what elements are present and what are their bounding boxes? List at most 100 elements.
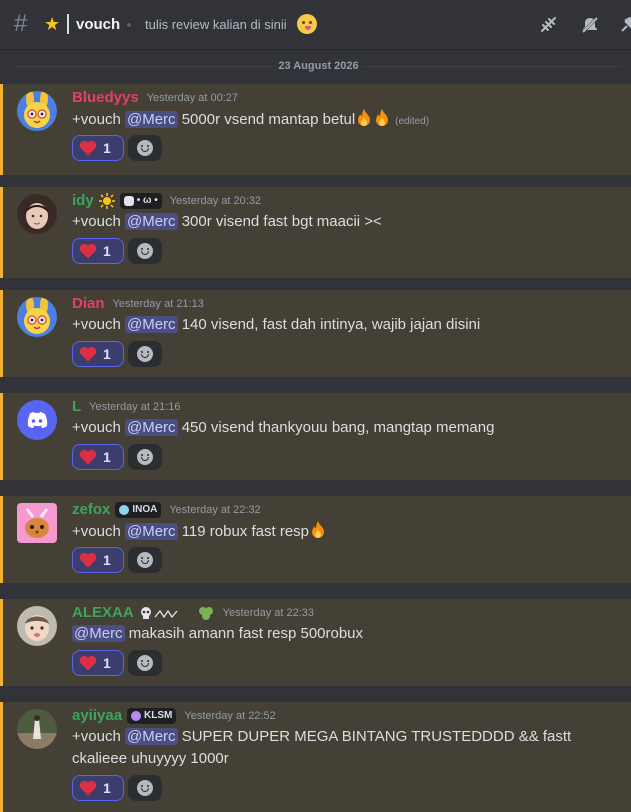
- reactions-bar: 1: [72, 238, 162, 264]
- add-reaction-button[interactable]: [128, 238, 162, 264]
- message[interactable]: L Yesterday at 21:16 +vouch @Merc 450 vi…: [0, 393, 631, 480]
- reactions-bar: 1: [72, 775, 162, 801]
- add-reaction-button[interactable]: [128, 135, 162, 161]
- message-text: 119 robux fast resp: [181, 523, 309, 540]
- avatar[interactable]: [17, 194, 57, 234]
- channel-header: # ★ vouch tulis review kalian di sinii: [0, 0, 631, 50]
- channel-name: vouch: [76, 16, 121, 33]
- user-mention[interactable]: @Merc: [124, 316, 178, 333]
- message-content: +vouch @Merc SUPER DUPER MEGA BINTANG TR…: [72, 726, 623, 770]
- heart-gem-icon: [119, 505, 130, 515]
- server-tag-label: INOA: [132, 504, 158, 515]
- heart-icon: [79, 243, 97, 259]
- add-reaction-button[interactable]: [128, 341, 162, 367]
- username[interactable]: Dian: [72, 294, 105, 314]
- timestamp: Yesterday at 22:33: [222, 607, 315, 619]
- cat-avatar-icon: [17, 503, 57, 543]
- user-mention[interactable]: @Merc: [124, 728, 178, 745]
- heart-reaction[interactable]: 1: [72, 341, 124, 367]
- timestamp: Yesterday at 22:52: [184, 710, 276, 722]
- server-tag[interactable]: • ω •: [119, 193, 162, 209]
- threads-icon[interactable]: [539, 15, 559, 35]
- message-text: 140 visend, fast dah intinya, wajib jaja…: [181, 316, 481, 333]
- reactions-bar: 1: [72, 341, 162, 367]
- message[interactable]: Bluedyys Yesterday at 00:27 +vouch @Merc…: [0, 84, 631, 175]
- timestamp: Yesterday at 20:32: [169, 195, 262, 207]
- bunny-icon: [123, 196, 134, 206]
- message[interactable]: ayiiyaa KLSM Yesterday at 22:52 +vouch @…: [0, 702, 631, 812]
- edited-label: (edited): [395, 116, 430, 127]
- photo-avatar-icon: [17, 709, 57, 749]
- username[interactable]: ayiiyaa: [72, 706, 122, 726]
- reactions-bar: 1: [72, 444, 162, 470]
- heart-reaction[interactable]: 1: [72, 238, 124, 264]
- header-separator-dot: [127, 23, 131, 27]
- avatar[interactable]: [17, 503, 57, 543]
- message-meta: ALEXAA Yesterday at 22:33: [72, 602, 314, 624]
- server-tag[interactable]: INOA: [115, 502, 162, 518]
- fire-icon: [358, 109, 371, 126]
- star-icon: ★: [44, 14, 61, 34]
- message-meta: Dian Yesterday at 21:13: [72, 293, 204, 315]
- reaction-count: 1: [103, 655, 111, 671]
- timestamp: Yesterday at 22:32: [169, 504, 261, 516]
- discord-logo-icon: [17, 400, 57, 440]
- user-mention[interactable]: @Merc: [124, 111, 178, 128]
- username[interactable]: ALEXAA: [72, 603, 134, 623]
- avatar[interactable]: [17, 709, 57, 749]
- pin-icon[interactable]: [618, 15, 631, 35]
- moon-icon: [131, 711, 142, 721]
- user-mention[interactable]: @Merc: [72, 625, 125, 642]
- message-content: +vouch @Merc 450 visend thankyouu bang, …: [72, 417, 623, 439]
- username[interactable]: Bluedyys: [72, 88, 139, 108]
- message[interactable]: idy • ω • Yesterday at 20:32 +vouch @Mer…: [0, 187, 631, 278]
- fire-icon: [312, 521, 324, 538]
- username[interactable]: zefox: [72, 500, 110, 520]
- message-meta: zefox INOA Yesterday at 22:32: [72, 499, 261, 521]
- heart-reaction[interactable]: 1: [72, 547, 124, 573]
- avatar[interactable]: [17, 400, 57, 440]
- message-meta: idy • ω • Yesterday at 20:32: [72, 190, 261, 212]
- heart-reaction[interactable]: 1: [72, 650, 124, 676]
- avatar[interactable]: [17, 91, 57, 131]
- heart-reaction[interactable]: 1: [72, 775, 124, 801]
- add-reaction-button[interactable]: [128, 775, 162, 801]
- server-tag[interactable]: KLSM: [127, 708, 177, 724]
- reaction-count: 1: [103, 140, 111, 156]
- vouch-prefix: +vouch: [72, 213, 121, 230]
- username[interactable]: idy: [72, 191, 94, 211]
- message[interactable]: ALEXAA Yesterday at 22:33 @Merc makasih …: [0, 599, 631, 686]
- username[interactable]: L: [72, 397, 81, 417]
- add-reaction-button[interactable]: [128, 547, 162, 573]
- message[interactable]: Dian Yesterday at 21:13 +vouch @Merc 140…: [0, 290, 631, 377]
- channel-topic[interactable]: tulis review kalian di sinii: [145, 17, 287, 33]
- message-text: 5000r vsend mantap betul: [181, 111, 356, 128]
- vouch-prefix: +vouch: [72, 419, 121, 436]
- mute-icon[interactable]: [580, 15, 600, 35]
- message-text: 300r visend fast bgt maacii ><: [181, 213, 382, 230]
- add-reaction-button[interactable]: [128, 650, 162, 676]
- message-content: @Merc makasih amann fast resp 500robux: [72, 623, 623, 645]
- bunny-avatar-icon: [17, 91, 57, 131]
- user-mention[interactable]: @Merc: [124, 523, 178, 540]
- hash-icon: #: [14, 10, 28, 37]
- avatar[interactable]: [17, 606, 57, 646]
- heart-reaction[interactable]: 1: [72, 444, 124, 470]
- user-mention[interactable]: @Merc: [124, 419, 178, 436]
- user-mention[interactable]: @Merc: [124, 213, 178, 230]
- yum-face-icon: [297, 14, 317, 34]
- smiley-icon: [137, 552, 153, 568]
- add-reaction-button[interactable]: [128, 444, 162, 470]
- reaction-count: 1: [103, 552, 111, 568]
- vouch-prefix: +vouch: [72, 316, 121, 333]
- vouch-prefix: +vouch: [72, 523, 121, 540]
- timestamp: Yesterday at 00:27: [146, 92, 239, 104]
- smiley-icon: [137, 346, 153, 362]
- heart-reaction[interactable]: 1: [72, 135, 124, 161]
- server-tag-label: KLSM: [144, 710, 173, 721]
- date-divider: 23 August 2026: [16, 55, 621, 77]
- reaction-count: 1: [103, 346, 111, 362]
- message[interactable]: zefox INOA Yesterday at 22:32 +vouch @Me…: [0, 496, 631, 583]
- clover-icon: [198, 607, 213, 620]
- avatar[interactable]: [17, 297, 57, 337]
